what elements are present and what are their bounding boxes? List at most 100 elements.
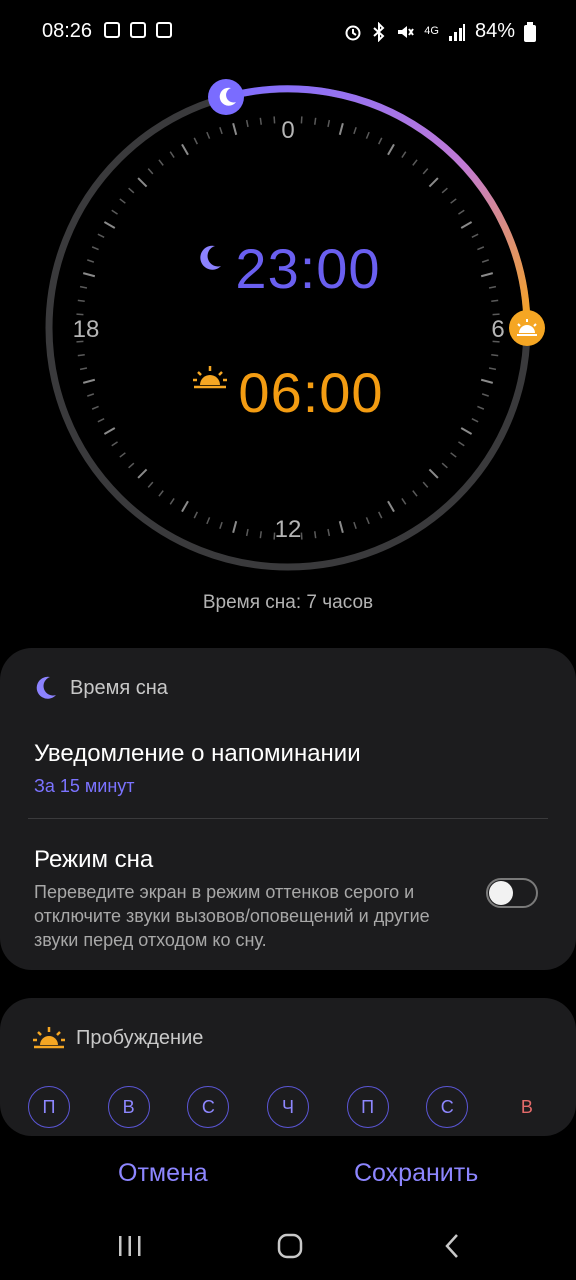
dial-tick	[119, 198, 126, 204]
dial-tick	[377, 137, 383, 145]
sleep-mode-toggle[interactable]	[486, 878, 538, 908]
day-wednesday[interactable]: С	[187, 1086, 230, 1128]
toggle-knob	[489, 881, 513, 905]
dial-face: 0 6 12 18	[45, 79, 545, 571]
reminder-value: За 15 минут	[34, 776, 135, 796]
dial-tick	[181, 143, 189, 156]
alarm-icon	[345, 25, 361, 40]
dial-tick	[77, 354, 85, 357]
cancel-button[interactable]: Отмена	[112, 1158, 214, 1189]
day-saturday[interactable]: С	[426, 1086, 469, 1128]
dial-tick	[137, 468, 148, 479]
dial-tick	[103, 221, 116, 229]
wake-card-header: Пробуждение	[32, 1024, 203, 1052]
wake-card-title: Пробуждение	[76, 1026, 204, 1049]
dial-tick	[428, 177, 439, 188]
dial-tick	[103, 427, 116, 435]
dial-tick	[428, 468, 439, 479]
signal-icon	[448, 23, 465, 41]
day-thursday[interactable]: Ч	[266, 1086, 309, 1128]
moon-icon	[200, 245, 222, 270]
dial-tick	[422, 481, 429, 488]
dial-tick	[147, 481, 154, 488]
battery-icon	[524, 21, 536, 42]
sim-notification-icon	[156, 22, 172, 38]
dial-tick	[338, 520, 344, 534]
bedtime-card: Время сна Уведомление о напоминании За 1…	[0, 648, 576, 970]
dial-tick	[314, 117, 317, 125]
dial-tick	[387, 143, 395, 156]
recent-apps-icon	[119, 1236, 141, 1256]
status-time: 08:26	[42, 20, 93, 42]
wake-time-display[interactable]: 06:00	[0, 360, 576, 425]
dial-tick	[169, 498, 175, 505]
dial-tick	[460, 221, 473, 229]
dial-tick	[401, 151, 407, 158]
dial-tick	[111, 209, 118, 215]
dial-tick	[450, 198, 457, 204]
bedtime-value: 23:00	[235, 237, 381, 300]
bedtime-display[interactable]: 23:00	[0, 236, 576, 301]
dial-tick	[365, 131, 370, 139]
dial-tick	[219, 127, 223, 135]
sleep-mode-description: Переведите экран в режим оттенков серого…	[34, 882, 430, 950]
dial-label-0: 0	[281, 117, 294, 144]
wake-handle[interactable]	[509, 310, 545, 346]
dial-tick	[327, 528, 331, 537]
battery-percent: 84%	[474, 20, 515, 42]
dial-tick	[193, 137, 199, 145]
sleep-duration: Время сна: 7 часов	[202, 592, 374, 613]
bedtime-card-header: Время сна	[32, 674, 168, 702]
dial-tick	[259, 531, 262, 539]
dial-label-18: 18	[73, 316, 100, 343]
day-tuesday[interactable]: В	[107, 1086, 150, 1128]
dial-tick	[158, 490, 164, 497]
bedtime-handle[interactable]	[208, 79, 244, 115]
dial-tick	[422, 168, 429, 175]
notification-icons	[104, 22, 172, 38]
dial-tick	[377, 511, 383, 519]
wake-card: Пробуждение П В С Ч П С В	[0, 998, 576, 1136]
dial-tick	[327, 119, 331, 128]
status-bar: 08:26 4G 84%	[0, 0, 576, 66]
dial-tick	[245, 119, 249, 128]
dial-tick	[169, 151, 175, 158]
navigation-bar	[0, 1222, 576, 1270]
dial-tick	[128, 462, 135, 469]
sunrise-icon	[193, 365, 228, 388]
dial-tick	[338, 122, 344, 136]
dial-tick	[401, 498, 407, 505]
day-friday[interactable]: П	[346, 1086, 389, 1128]
action-bar: Отмена Сохранить	[0, 1158, 576, 1198]
dial-tick	[245, 528, 249, 537]
recent-apps-button[interactable]	[110, 1230, 150, 1262]
dial-tick	[387, 500, 395, 513]
save-button[interactable]: Сохранить	[348, 1158, 484, 1189]
dial-tick	[441, 462, 448, 469]
dial-tick	[491, 354, 499, 357]
dial-tick	[353, 521, 357, 529]
network-type: 4G	[424, 25, 439, 37]
dial-tick	[450, 452, 457, 458]
dial-tick	[365, 517, 370, 525]
sunrise-icon	[33, 1027, 65, 1049]
dial-tick	[232, 520, 238, 534]
gallery-notification-icon	[130, 22, 146, 38]
mute-icon	[398, 25, 415, 38]
sleep-dial[interactable]: 0 6 12 18 23:00 06:00	[0, 60, 576, 600]
dial-label-6: 6	[491, 316, 504, 343]
dial-tick	[119, 452, 126, 458]
dial-tick	[137, 177, 148, 188]
day-sunday[interactable]: В	[506, 1086, 548, 1128]
home-button[interactable]	[270, 1230, 310, 1262]
day-monday[interactable]: П	[28, 1086, 70, 1128]
moon-icon	[36, 676, 56, 699]
wake-time-value: 06:00	[238, 361, 384, 424]
dial-tick	[111, 441, 118, 447]
divider	[28, 818, 548, 819]
back-button[interactable]	[432, 1230, 472, 1262]
bedtime-card-title: Время сна	[70, 676, 168, 699]
home-icon	[277, 1233, 303, 1259]
dial-tick	[412, 159, 418, 166]
dial-tick	[458, 441, 465, 447]
